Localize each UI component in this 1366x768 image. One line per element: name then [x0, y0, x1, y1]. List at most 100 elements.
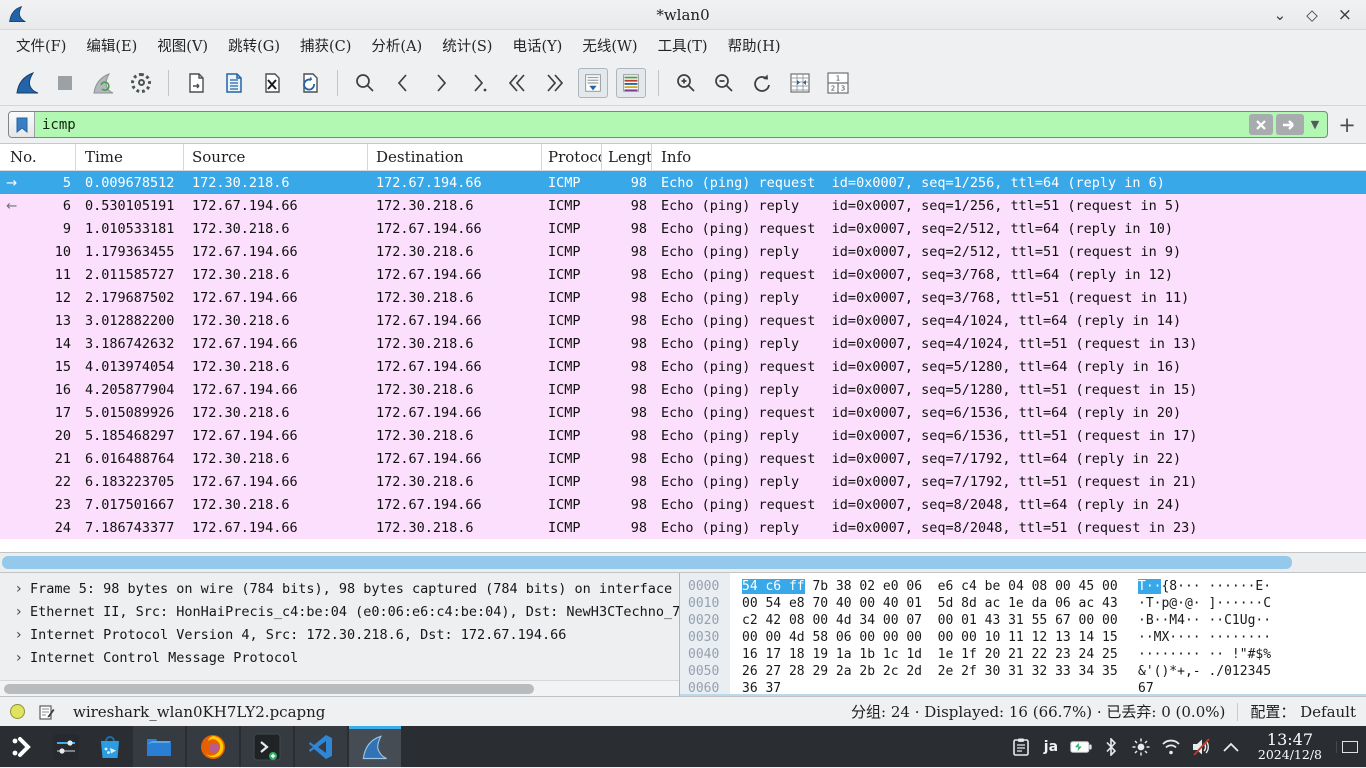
restart-capture-button[interactable] — [88, 68, 118, 98]
packet-row-10[interactable]: 101.179363455172.67.194.66172.30.218.6IC… — [0, 240, 1366, 263]
expert-info-icon[interactable] — [10, 704, 25, 719]
packet-row-5[interactable]: 5→0.009678512172.30.218.6172.67.194.66IC… — [0, 171, 1366, 194]
discover-task-button[interactable] — [88, 726, 132, 767]
tray-expander-chevron-icon[interactable] — [1218, 732, 1244, 762]
stop-capture-button[interactable] — [50, 68, 80, 98]
detail-line-3[interactable]: ›Internet Control Message Protocol — [0, 647, 679, 670]
column-header-protocol[interactable]: Protocol — [542, 144, 602, 170]
wifi-tray-icon[interactable] — [1158, 732, 1184, 762]
hex-bytes[interactable]: 16 17 18 19 1a 1b 1c 1d 1e 1f 20 21 22 2… — [742, 646, 1134, 663]
hex-row-0060[interactable]: 006036 3767 — [680, 680, 1366, 696]
menu-item-0[interactable]: 文件(F) — [6, 31, 76, 60]
menu-item-2[interactable]: 视图(V) — [147, 31, 218, 60]
colorize-button[interactable] — [616, 68, 646, 98]
column-header-length[interactable]: Lengtl — [602, 144, 652, 170]
wireshark-task-button[interactable] — [349, 726, 401, 767]
filter-clear-button[interactable] — [1249, 114, 1273, 135]
resize-columns-button[interactable] — [785, 68, 815, 98]
ascii-bytes[interactable]: ·B··M4·· ··C1Ug·· — [1138, 612, 1271, 629]
packet-row-12[interactable]: 122.179687502172.67.194.66172.30.218.6IC… — [0, 286, 1366, 309]
clock[interactable]: 13:47 2024/12/8 — [1248, 731, 1332, 762]
reload-file-button[interactable] — [295, 68, 325, 98]
menu-item-1[interactable]: 编辑(E) — [76, 31, 147, 60]
ascii-bytes[interactable]: 67 — [1138, 680, 1154, 696]
open-file-button[interactable] — [181, 68, 211, 98]
expander-chevron-icon[interactable]: › — [16, 601, 30, 624]
packet-row-16[interactable]: 164.205877904172.67.194.66172.30.218.6IC… — [0, 378, 1366, 401]
packet-row-14[interactable]: 143.186742632172.67.194.66172.30.218.6IC… — [0, 332, 1366, 355]
column-header-source[interactable]: Source — [184, 144, 368, 170]
hex-bytes[interactable]: c2 42 08 00 4d 34 00 07 00 01 43 31 55 6… — [742, 612, 1134, 629]
hex-row-0050[interactable]: 005026 27 28 29 2a 2b 2c 2d 2e 2f 30 31 … — [680, 663, 1366, 680]
app-launcher-button[interactable] — [0, 726, 44, 767]
column-header-time[interactable]: Time — [76, 144, 184, 170]
input-method-indicator[interactable]: ja — [1038, 732, 1064, 762]
hex-row-0000[interactable]: 000054 c6 ff 7b 38 02 e0 06 e6 c4 be 04 … — [680, 578, 1366, 595]
start-capture-button[interactable] — [12, 68, 42, 98]
packet-row-17[interactable]: 175.015089926172.30.218.6172.67.194.66IC… — [0, 401, 1366, 424]
zoom-in-button[interactable] — [671, 68, 701, 98]
packet-list-hscrollbar[interactable] — [0, 552, 1366, 572]
packet-row-20[interactable]: 205.185468297172.67.194.66172.30.218.6IC… — [0, 424, 1366, 447]
hex-bytes[interactable]: 36 37 — [742, 680, 1134, 696]
clipboard-tray-icon[interactable] — [1008, 732, 1034, 762]
ascii-bytes[interactable]: ········ ·· !"#$% — [1138, 646, 1271, 663]
settings-task-button[interactable] — [44, 726, 88, 767]
zoom-out-button[interactable] — [709, 68, 739, 98]
go-to-packet-button[interactable] — [464, 68, 494, 98]
packet-row-15[interactable]: 154.013974054172.30.218.6172.67.194.66IC… — [0, 355, 1366, 378]
previous-packet-button[interactable] — [388, 68, 418, 98]
profile-label[interactable]: 配置： Default — [1250, 701, 1356, 722]
filter-bookmark-button[interactable] — [9, 112, 35, 137]
close-file-button[interactable] — [257, 68, 287, 98]
brightness-tray-icon[interactable] — [1128, 732, 1154, 762]
menu-item-10[interactable]: 帮助(H) — [718, 31, 791, 60]
terminal-task-button[interactable] — [241, 726, 293, 767]
ascii-bytes[interactable]: ··MX···· ········ — [1138, 629, 1271, 646]
details-hscrollbar[interactable] — [0, 680, 679, 696]
close-button[interactable]: × — [1338, 5, 1352, 25]
scrollbar-thumb[interactable] — [4, 684, 534, 694]
menu-item-4[interactable]: 捕获(C) — [290, 31, 361, 60]
layout-button[interactable]: 123 — [823, 68, 853, 98]
file-manager-task-button[interactable] — [133, 726, 185, 767]
packet-row-22[interactable]: 226.183223705172.67.194.66172.30.218.6IC… — [0, 470, 1366, 493]
menu-item-7[interactable]: 电话(Y) — [502, 31, 572, 60]
packet-row-11[interactable]: 112.011585727172.30.218.6172.67.194.66IC… — [0, 263, 1366, 286]
next-packet-button[interactable] — [426, 68, 456, 98]
vscode-task-button[interactable] — [295, 726, 347, 767]
filter-apply-button[interactable] — [1276, 114, 1304, 135]
battery-tray-icon[interactable] — [1068, 732, 1094, 762]
menu-item-3[interactable]: 跳转(G) — [218, 31, 290, 60]
expander-chevron-icon[interactable]: › — [16, 578, 30, 601]
hex-bytes[interactable]: 00 54 e8 70 40 00 40 01 5d 8d ac 1e da 0… — [742, 595, 1134, 612]
zoom-reset-button[interactable] — [747, 68, 777, 98]
ascii-bytes[interactable]: T··{8··· ······E· — [1138, 578, 1271, 595]
filter-dropdown-caret[interactable]: ▼ — [1307, 118, 1323, 131]
hex-row-0010[interactable]: 001000 54 e8 70 40 00 40 01 5d 8d ac 1e … — [680, 595, 1366, 612]
detail-line-2[interactable]: ›Internet Protocol Version 4, Src: 172.3… — [0, 624, 679, 647]
column-header-info[interactable]: Info — [652, 144, 1366, 170]
detail-line-1[interactable]: ›Ethernet II, Src: HonHaiPrecis_c4:be:04… — [0, 601, 679, 624]
hex-row-0040[interactable]: 004016 17 18 19 1a 1b 1c 1d 1e 1f 20 21 … — [680, 646, 1366, 663]
packet-row-6[interactable]: 6←0.530105191172.67.194.66172.30.218.6IC… — [0, 194, 1366, 217]
menu-item-8[interactable]: 无线(W) — [572, 31, 647, 60]
menu-item-5[interactable]: 分析(A) — [361, 31, 432, 60]
column-header-no[interactable]: No. — [0, 144, 76, 170]
hex-bytes[interactable]: 00 00 4d 58 06 00 00 00 00 00 10 11 12 1… — [742, 629, 1134, 646]
ascii-bytes[interactable]: ·T·p@·@· ]······C — [1138, 595, 1271, 612]
packet-row-24[interactable]: 247.186743377172.67.194.66172.30.218.6IC… — [0, 516, 1366, 539]
ascii-bytes[interactable]: &'()*+,- ./012345 — [1138, 663, 1271, 680]
add-filter-button[interactable]: + — [1336, 113, 1358, 137]
expander-chevron-icon[interactable]: › — [16, 647, 30, 670]
packet-row-13[interactable]: 133.012882200172.30.218.6172.67.194.66IC… — [0, 309, 1366, 332]
firefox-task-button[interactable] — [187, 726, 239, 767]
detail-line-0[interactable]: ›Frame 5: 98 bytes on wire (784 bits), 9… — [0, 578, 679, 601]
find-packet-button[interactable] — [350, 68, 380, 98]
hex-row-0030[interactable]: 003000 00 4d 58 06 00 00 00 00 00 10 11 … — [680, 629, 1366, 646]
menu-item-9[interactable]: 工具(T) — [648, 31, 718, 60]
hex-bytes[interactable]: 26 27 28 29 2a 2b 2c 2d 2e 2f 30 31 32 3… — [742, 663, 1134, 680]
menu-item-6[interactable]: 统计(S) — [432, 31, 502, 60]
minimize-button[interactable]: ⌄ — [1274, 6, 1287, 24]
packet-row-21[interactable]: 216.016488764172.30.218.6172.67.194.66IC… — [0, 447, 1366, 470]
